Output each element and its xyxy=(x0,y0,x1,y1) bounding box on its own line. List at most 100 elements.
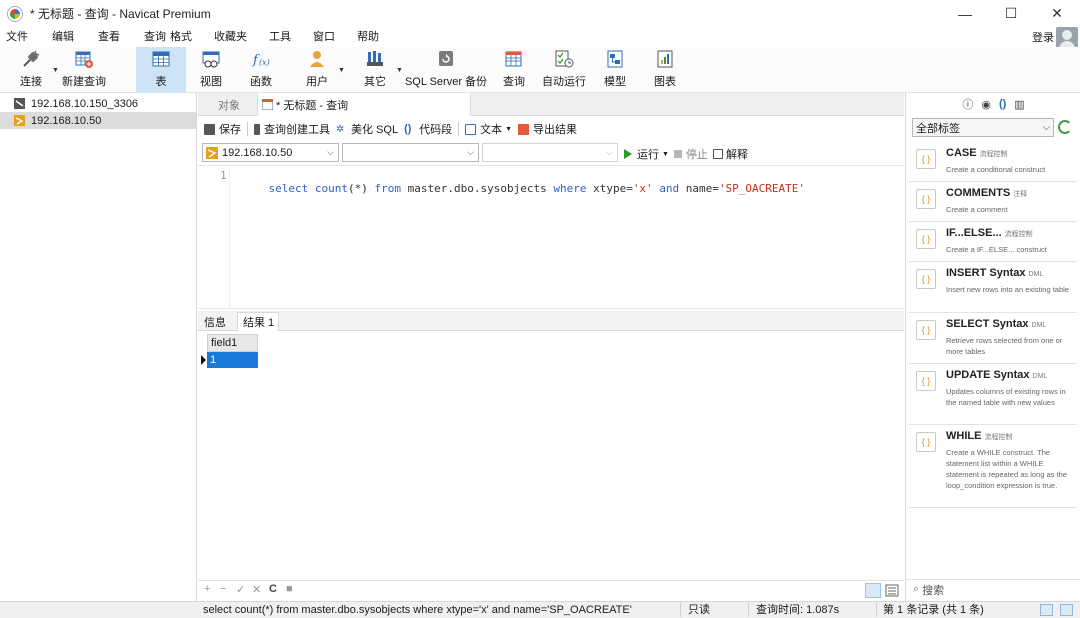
user-dropdown-icon[interactable]: ▼ xyxy=(338,67,345,74)
menu-query[interactable]: 查询 xyxy=(128,27,168,47)
user-button[interactable]: 用户 xyxy=(298,47,336,93)
database-select[interactable]: ⌵ xyxy=(342,143,479,162)
connect-dropdown-icon[interactable]: ▼ xyxy=(52,67,59,74)
run-button[interactable]: 运行 ▼ xyxy=(624,146,669,162)
chevron-down-icon: ⌵ xyxy=(327,147,334,157)
delete-record-button[interactable]: − xyxy=(220,583,226,595)
line-number: 1 xyxy=(220,169,227,182)
form-view-button[interactable] xyxy=(884,583,900,598)
refresh-button[interactable]: C xyxy=(269,583,277,595)
menu-window[interactable]: 窗口 xyxy=(299,27,343,47)
close-button[interactable]: ✕ xyxy=(1034,0,1080,27)
backup-button[interactable]: SQL Server 备份 xyxy=(404,47,488,93)
snippet-description: Create a comment xyxy=(946,205,1008,214)
snippet-item[interactable]: { } UPDATE Syntax DML Updates columns of … xyxy=(909,365,1077,425)
snippet-search-input[interactable]: ⌕ 搜索 xyxy=(906,579,1080,599)
info-icon[interactable]: ⓘ xyxy=(962,96,973,112)
snippet-item[interactable]: { } WHILE 流程控制 Create a WHILE construct. … xyxy=(909,426,1077,508)
text-button[interactable]: 文本 ▼ xyxy=(465,121,512,137)
sql-editor[interactable]: 1 select count(*) from master.dbo.sysobj… xyxy=(198,165,904,309)
snippet-title: COMMENTS xyxy=(946,187,1011,199)
search-icon: ⌕ xyxy=(913,583,920,595)
cell-value: 1 xyxy=(210,354,217,366)
tag-filter-select[interactable]: 全部标签 ⌵ xyxy=(912,118,1054,137)
snippet-title: WHILE xyxy=(946,430,982,442)
query-builder-button[interactable]: 查询创建工具 xyxy=(254,121,330,137)
plug-icon xyxy=(21,49,41,69)
login-link[interactable]: 登录 xyxy=(1032,29,1054,45)
new-query-button[interactable]: 新建查询 xyxy=(60,47,108,93)
connection-select[interactable]: 192.168.10.50 ⌵ xyxy=(202,143,339,162)
menu-favorites[interactable]: 收藏夹 xyxy=(200,27,255,47)
chart-button[interactable]: 图表 xyxy=(648,47,682,93)
model-button[interactable]: 模型 xyxy=(598,47,632,93)
beautify-label: 美化 SQL xyxy=(351,124,399,136)
window-controls: — ☐ ✕ xyxy=(942,0,1080,27)
menu-view[interactable]: 查看 xyxy=(82,27,128,47)
menu-edit[interactable]: 编辑 xyxy=(36,27,82,47)
snippet-tag: 流程控制 xyxy=(984,434,1013,441)
export-icon xyxy=(518,123,530,135)
add-record-button[interactable]: + xyxy=(204,583,210,595)
minimize-button[interactable]: — xyxy=(942,0,988,27)
schema-select[interactable]: ⌵ xyxy=(482,143,618,162)
document-icon xyxy=(465,123,477,135)
tab-objects[interactable]: 对象 xyxy=(218,93,254,116)
layout-icon[interactable]: ▥ xyxy=(1014,98,1024,111)
title-bar: * 无标题 - 查询 - Navicat Premium — ☐ ✕ xyxy=(0,0,1080,27)
connect-button[interactable]: 连接 xyxy=(12,47,50,93)
beautify-sql-button[interactable]: ✲ 美化 SQL xyxy=(336,121,398,137)
snippet-description: Insert new rows into an existing table xyxy=(946,285,1069,294)
save-button[interactable]: 保存 xyxy=(204,121,241,137)
refresh-icon[interactable] xyxy=(1058,120,1072,134)
query-button[interactable]: 查询 xyxy=(496,47,532,93)
explain-button[interactable]: 解释 xyxy=(713,146,748,162)
snippet-item[interactable]: { } COMMENTS 注释 Create a comment xyxy=(909,183,1077,222)
tab-query[interactable]: * 无标题 - 查询 xyxy=(257,93,471,116)
view-button[interactable]: 视图 xyxy=(192,47,230,93)
avatar[interactable] xyxy=(1056,27,1078,49)
menu-help[interactable]: 帮助 xyxy=(343,27,387,47)
toggle-right-panel-button[interactable] xyxy=(1060,604,1073,616)
connection-selector-row: 192.168.10.50 ⌵ ⌵ ⌵ 运行 ▼ 停止 解释 xyxy=(198,141,904,164)
tree-item-connection[interactable]: 192.168.10.50 xyxy=(0,112,196,129)
toggle-left-panel-button[interactable] xyxy=(1040,604,1053,616)
tab-label: 结果 1 xyxy=(243,317,275,329)
menu-tools[interactable]: 工具 xyxy=(255,27,299,47)
other-dropdown-icon[interactable]: ▼ xyxy=(396,67,403,74)
snippet-title: IF...ELSE... xyxy=(946,227,1002,239)
stop-button[interactable]: 停止 xyxy=(674,146,708,162)
automation-icon xyxy=(554,49,574,69)
snippet-button[interactable]: () 代码段 xyxy=(404,121,452,137)
braces-icon[interactable]: () xyxy=(999,98,1006,110)
tree-item-connection[interactable]: 192.168.10.150_3306 xyxy=(0,95,196,112)
maximize-button[interactable]: ☐ xyxy=(988,0,1034,27)
table-button[interactable]: 表 xyxy=(136,47,186,93)
menu-format[interactable]: 格式 xyxy=(168,27,200,47)
snippet-item[interactable]: { } INSERT Syntax DML Insert new rows int… xyxy=(909,263,1077,313)
tab-messages[interactable]: 信息 xyxy=(204,312,234,331)
grid-view-button[interactable] xyxy=(865,583,881,598)
function-button[interactable]: f (x) 函数 xyxy=(242,47,280,93)
snippet-item[interactable]: { } CASE 流程控制 Create a conditional constr… xyxy=(909,143,1077,182)
model-label: 模型 xyxy=(604,76,626,88)
automation-button[interactable]: 自动运行 xyxy=(540,47,588,93)
stop-refresh-button[interactable]: ■ xyxy=(286,583,293,595)
eye-icon[interactable]: ◉ xyxy=(981,98,991,111)
snippet-tag: DML xyxy=(1032,373,1048,380)
snippet-item[interactable]: { } IF...ELSE... 流程控制 Create a IF...ELSE.… xyxy=(909,223,1077,262)
table-cell[interactable]: 1 xyxy=(207,352,258,368)
apply-changes-button[interactable]: ✓ xyxy=(236,583,245,596)
divider xyxy=(247,122,248,136)
menu-file[interactable]: 文件 xyxy=(0,27,36,47)
snippet-tag: 流程控制 xyxy=(979,151,1008,158)
tab-result-1[interactable]: 结果 1 xyxy=(237,312,279,331)
other-button[interactable]: 其它 xyxy=(356,47,394,93)
export-results-button[interactable]: 导出结果 xyxy=(518,121,577,137)
snippet-item[interactable]: { } SELECT Syntax DML Retrieve rows selec… xyxy=(909,314,1077,364)
discard-changes-button[interactable]: ✕ xyxy=(252,583,261,596)
function-label: 函数 xyxy=(250,76,272,88)
column-header[interactable]: field1 xyxy=(207,334,258,352)
chevron-down-icon: ⌵ xyxy=(606,147,613,157)
sql-code[interactable]: select count(*) from master.dbo.sysobjec… xyxy=(242,169,806,208)
